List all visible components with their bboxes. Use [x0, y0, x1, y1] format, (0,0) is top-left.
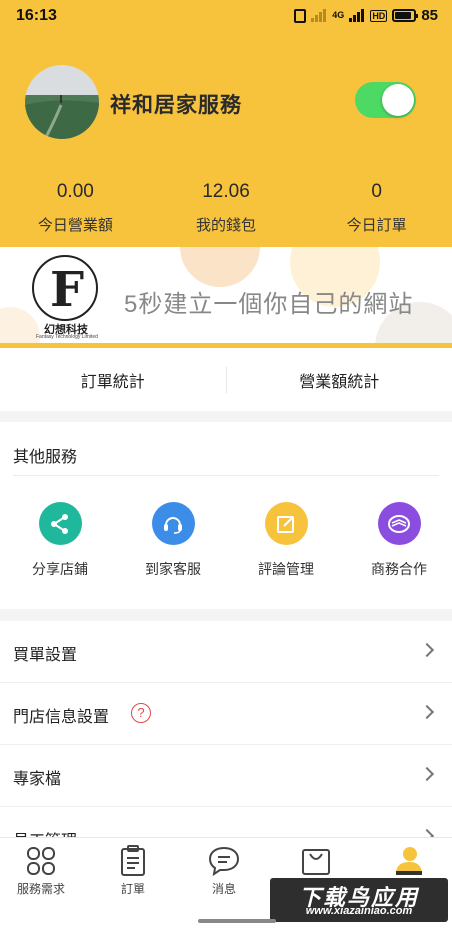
nav-shop[interactable]	[276, 844, 356, 880]
watermark: 下载鸟应用 www.xiazainiao.com	[270, 878, 448, 922]
service-label: 商務合作	[371, 561, 427, 577]
setting-checkout[interactable]: 買單設置	[0, 621, 452, 683]
setting-expert-profile[interactable]: 專家檔	[0, 745, 452, 807]
logo-english-name: Fantasy Technology Limited	[36, 334, 98, 340]
setting-label: 門店信息設置	[13, 709, 110, 726]
header: 16:13 4G HD 85 祥和居家服務 0.00 今日營業額 12.06 我…	[0, 0, 452, 247]
stat-today-revenue[interactable]: 0.00 今日營業額	[0, 178, 151, 235]
service-label: 到家客服	[145, 561, 201, 577]
stat-today-orders[interactable]: 0 今日訂單	[301, 178, 452, 235]
stat-value: 0	[371, 181, 382, 202]
home-indicator[interactable]	[198, 919, 276, 923]
nav-label: 訂單	[120, 882, 145, 896]
service-share-store[interactable]: 分享店鋪	[7, 502, 113, 579]
section-title: 其他服務	[13, 449, 78, 466]
edit-icon	[264, 502, 308, 545]
hd-voice-icon: HD	[370, 9, 388, 22]
shopping-bag-icon	[299, 844, 333, 878]
setting-staff-management[interactable]: 員工管理	[0, 807, 452, 837]
avatar[interactable]	[25, 65, 99, 139]
chevron-right-icon	[419, 828, 435, 837]
logo-letter: F	[49, 262, 85, 318]
toggle-knob	[382, 84, 414, 116]
tab-order-statistics[interactable]: 訂單統計	[0, 368, 226, 392]
status-time: 16:13	[16, 7, 57, 24]
chevron-right-icon	[419, 766, 435, 782]
service-review-management[interactable]: 評論管理	[233, 502, 339, 579]
help-icon[interactable]: ?	[131, 703, 151, 723]
cooperation-icon	[377, 502, 421, 545]
service-label: 分享店鋪	[32, 561, 88, 577]
setting-label: 買單設置	[13, 647, 78, 664]
nav-messages[interactable]: 消息	[184, 844, 264, 897]
status-icons: 4G HD 85	[294, 7, 438, 24]
grid-icon	[24, 844, 58, 878]
stat-value: 0.00	[56, 181, 94, 202]
message-icon	[207, 844, 241, 878]
setting-label: 員工管理	[13, 827, 77, 837]
nav-orders[interactable]: 訂單	[93, 844, 173, 897]
signal-sim1-icon	[349, 9, 365, 22]
nav-service-demand[interactable]: 服務需求	[1, 844, 81, 897]
stat-label: 我的錢包	[196, 217, 257, 234]
nav-label: 服務需求	[16, 882, 65, 896]
stat-label: 今日營業額	[37, 217, 113, 234]
service-label: 評論管理	[258, 561, 314, 577]
shop-name: 祥和居家服務	[110, 94, 242, 117]
tab-revenue-statistics[interactable]: 營業額統計	[227, 368, 452, 392]
nav-label: 消息	[211, 882, 236, 896]
status-bar: 16:13 4G HD 85	[0, 0, 452, 30]
battery-icon	[392, 9, 419, 22]
service-grid: 分享店鋪 到家客服 評論管理 商務合作	[0, 502, 452, 579]
banner-decoration	[180, 247, 260, 287]
profile-icon	[391, 844, 425, 878]
brand-logo: F	[32, 255, 98, 321]
chevron-right-icon	[419, 704, 435, 720]
service-home-support[interactable]: 到家客服	[120, 502, 226, 579]
shop-open-toggle[interactable]	[355, 82, 416, 118]
stat-wallet[interactable]: 12.06 我的錢包	[151, 178, 302, 235]
other-services-section: 其他服務 分享店鋪 到家客服 評論管理 商務合作	[0, 422, 452, 609]
statistics-tabs: 訂單統計 營業額統計	[0, 348, 452, 411]
settings-list: 買單設置 門店信息設置 ? 專家檔 員工管理	[0, 621, 452, 837]
setting-label: 專家檔	[13, 771, 62, 788]
nav-profile[interactable]	[368, 844, 448, 880]
headset-icon	[151, 502, 195, 545]
promo-banner[interactable]: F 幻想科技 Fantasy Technology Limited 5秒建立一個…	[0, 247, 452, 348]
share-icon	[38, 502, 82, 545]
service-business-cooperation[interactable]: 商務合作	[346, 502, 452, 579]
stat-label: 今日訂單	[346, 217, 407, 234]
battery-percent: 85	[421, 7, 438, 24]
divider	[13, 475, 439, 476]
watermark-url: www.xiazainiao.com	[305, 905, 413, 917]
clipboard-icon	[116, 844, 150, 878]
stats-row: 0.00 今日營業額 12.06 我的錢包 0 今日訂單	[0, 178, 452, 235]
banner-slogan: 5秒建立一個你自己的網站	[124, 291, 414, 318]
chevron-right-icon	[419, 642, 435, 658]
signal-sim2-icon	[311, 9, 327, 22]
setting-store-info[interactable]: 門店信息設置 ?	[0, 683, 452, 745]
stat-value: 12.06	[202, 181, 250, 202]
vibrate-icon	[294, 8, 307, 23]
network-type-icon: 4G	[332, 10, 345, 20]
